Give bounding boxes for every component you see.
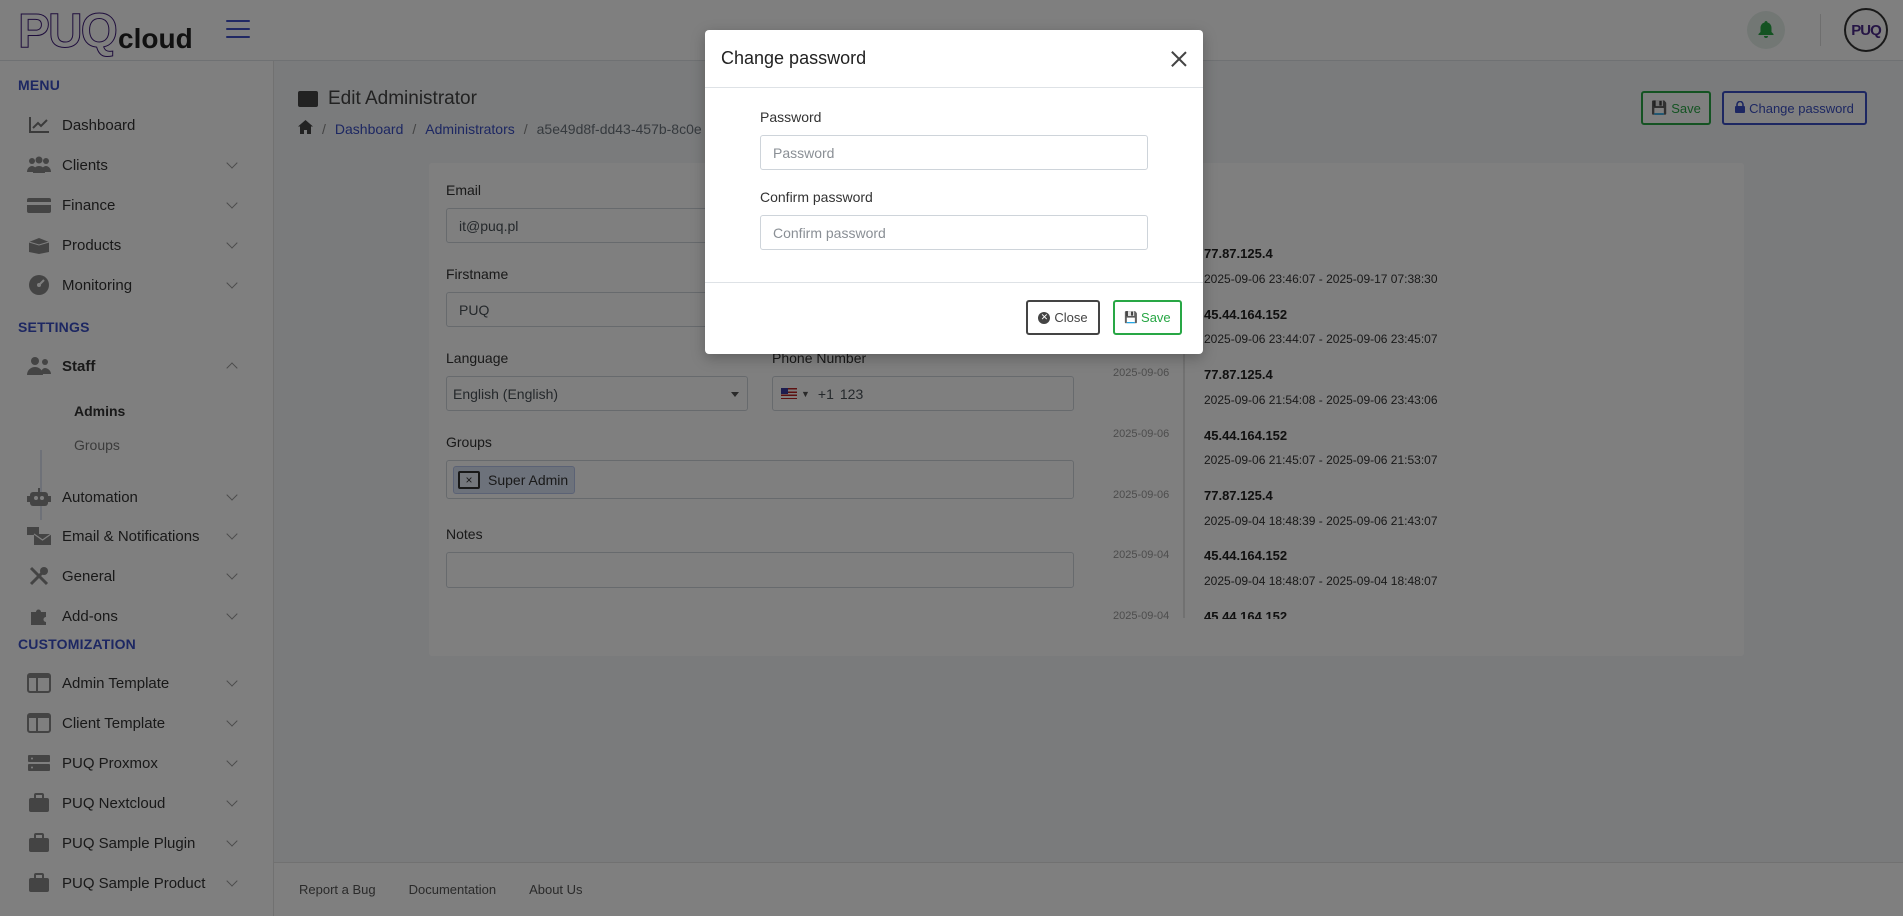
change-password-modal: Change password Password Confirm passwor… [705,30,1203,354]
save-button-label: Save [1141,310,1171,325]
times-circle-icon: ✕ [1038,311,1051,324]
confirm-password-label: Confirm password [760,189,873,205]
modal-header: Change password [705,30,1203,88]
modal-footer: ✕ Close 💾 Save [705,282,1203,354]
close-icon[interactable] [1171,51,1187,67]
save-icon: 💾 [1124,312,1139,324]
modal-save-button[interactable]: 💾 Save [1113,300,1182,335]
modal-title: Change password [721,48,867,68]
password-field[interactable] [760,135,1148,170]
confirm-password-field[interactable] [760,215,1148,250]
password-label: Password [760,109,822,125]
close-button[interactable]: ✕ Close [1026,300,1100,335]
close-button-label: Close [1054,310,1088,325]
